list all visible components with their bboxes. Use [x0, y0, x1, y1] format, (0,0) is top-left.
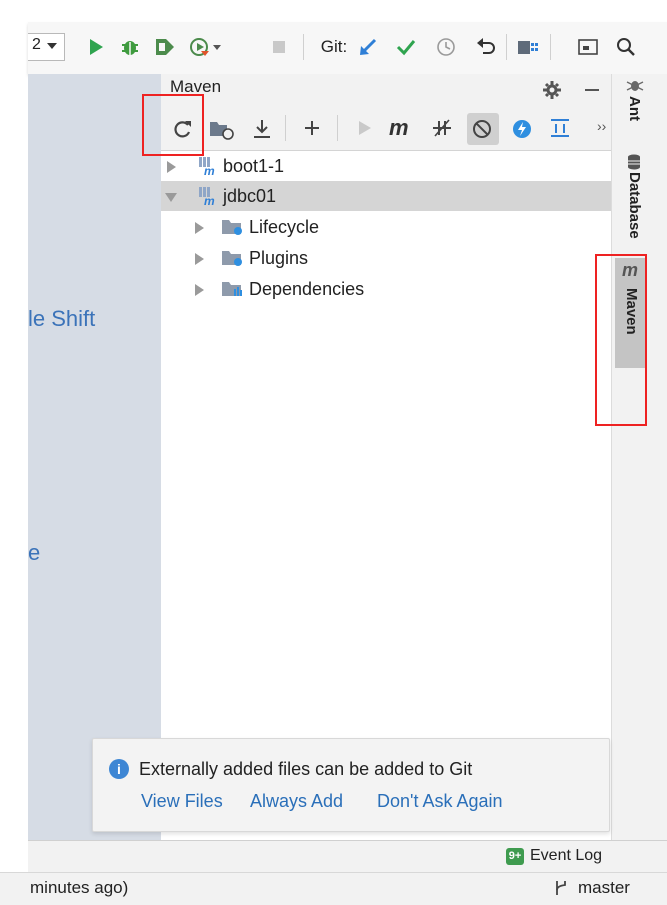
editor-area: le Shift e — [28, 74, 161, 840]
maven-project-tree: m boot1-1 m jdbc01 Lifecycle Plugins Dep… — [161, 151, 611, 840]
collapse-all-icon[interactable] — [549, 118, 571, 143]
chevron-down-icon — [47, 43, 57, 49]
more-icon[interactable]: ›› — [597, 118, 606, 134]
tree-item-label: Lifecycle — [249, 217, 320, 237]
info-icon: i — [109, 759, 129, 779]
notification-message: Externally added files can be added to G… — [139, 759, 473, 779]
run-config-value: 2 — [32, 36, 41, 53]
debug-icon[interactable] — [118, 32, 142, 62]
event-log-button[interactable]: Event Log — [530, 847, 602, 865]
lifecycle-folder-icon — [221, 217, 245, 242]
tab-database[interactable]: Database — [626, 172, 643, 239]
status-message: minutes ago) — [30, 878, 129, 897]
git-update-icon[interactable] — [356, 32, 380, 62]
stop-icon[interactable] — [268, 32, 290, 62]
skip-tests-icon[interactable] — [431, 118, 453, 143]
download-icon[interactable] — [251, 118, 273, 145]
tree-item-label: Dependencies — [249, 279, 365, 299]
view-files-link[interactable]: View Files — [141, 791, 223, 812]
collapse-arrow-icon[interactable] — [165, 193, 177, 202]
profile-icon[interactable] — [188, 32, 224, 62]
minimize-icon[interactable] — [581, 80, 601, 105]
expand-arrow-icon[interactable] — [195, 222, 204, 234]
search-icon[interactable] — [614, 32, 638, 62]
threads-icon[interactable] — [511, 118, 533, 145]
maven-panel-header: Maven — [161, 74, 611, 106]
editor-hint-text-2: e — [28, 540, 41, 565]
history-icon[interactable] — [434, 32, 458, 62]
dont-ask-again-link[interactable]: Don't Ask Again — [377, 791, 503, 812]
svg-text:m: m — [204, 164, 215, 176]
expand-arrow-icon[interactable] — [167, 161, 176, 173]
dependencies-folder-icon — [221, 279, 245, 304]
tree-item-dependencies[interactable]: Dependencies — [161, 274, 611, 304]
status-bar: minutes ago) master — [0, 872, 667, 905]
svg-text:m: m — [204, 194, 215, 206]
presentation-icon[interactable] — [576, 32, 600, 62]
expand-arrow-icon[interactable] — [195, 253, 204, 265]
execute-icon[interactable] — [356, 119, 374, 142]
always-add-link[interactable]: Always Add — [250, 791, 343, 812]
tree-item-jdbc01[interactable]: m jdbc01 — [161, 181, 611, 211]
revert-icon[interactable] — [474, 32, 498, 62]
highlight-box-reload — [142, 94, 204, 156]
maven-toolbar: m ›› — [161, 106, 611, 151]
tree-item-lifecycle[interactable]: Lifecycle — [161, 212, 611, 242]
generate-sources-icon[interactable] — [209, 118, 235, 145]
tree-item-label: jdbc01 — [223, 186, 277, 206]
maven-module-icon: m — [197, 186, 219, 211]
tool-window-bar: 9+ Event Log — [28, 840, 667, 873]
project-structure-icon[interactable] — [514, 32, 542, 62]
run-config-selector[interactable]: 2 — [28, 33, 65, 61]
tree-item-label: boot1-1 — [223, 156, 285, 176]
git-commit-icon[interactable] — [394, 32, 418, 62]
highlight-box-maven-tab — [595, 254, 647, 426]
branch-icon — [554, 880, 568, 901]
right-tool-strip: Ant Database — [611, 74, 667, 840]
run-icon[interactable] — [84, 32, 108, 62]
maven-goal-icon[interactable]: m — [389, 115, 409, 141]
tree-item-label: Plugins — [249, 248, 309, 268]
tab-ant[interactable]: Ant — [626, 96, 643, 121]
coverage-icon[interactable] — [152, 32, 178, 62]
main-toolbar: 2 Git: — [28, 22, 667, 74]
tree-item-boot1-1[interactable]: m boot1-1 — [161, 151, 611, 181]
plugins-folder-icon — [221, 248, 245, 273]
git-label: Git: — [320, 37, 348, 56]
git-notification-balloon: i Externally added files can be added to… — [92, 738, 610, 832]
tree-item-plugins[interactable]: Plugins — [161, 243, 611, 273]
expand-arrow-icon[interactable] — [195, 284, 204, 296]
editor-hint-text: le Shift — [28, 306, 96, 331]
gear-icon[interactable] — [542, 80, 562, 105]
git-branch-widget[interactable]: master — [578, 878, 630, 898]
maven-module-icon: m — [197, 156, 219, 181]
event-log-badge: 9+ — [506, 848, 524, 865]
add-icon[interactable] — [302, 118, 322, 143]
offline-icon[interactable] — [467, 113, 499, 145]
